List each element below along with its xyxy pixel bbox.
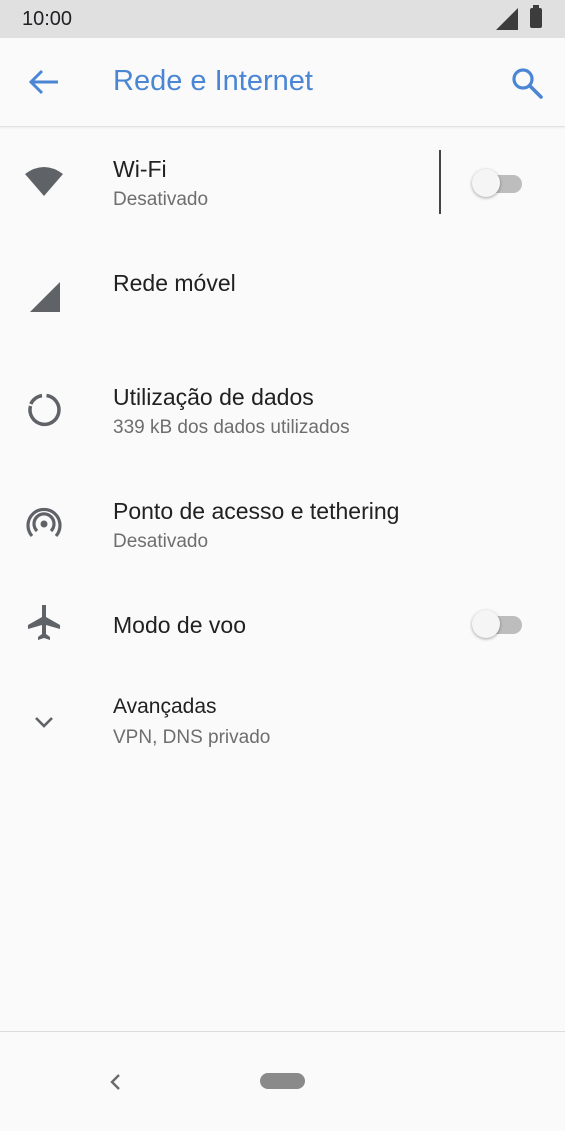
- item-title: Ponto de acesso e tethering: [113, 498, 400, 524]
- list-item-data-usage[interactable]: Utilização de dados 339 kB dos dados uti…: [0, 364, 565, 454]
- mobile-signal-icon: [30, 282, 60, 312]
- nav-back-icon[interactable]: [104, 1070, 128, 1094]
- navigation-bar: [0, 1031, 565, 1131]
- item-title: Modo de voo: [113, 612, 246, 638]
- item-title: Utilização de dados: [113, 384, 314, 410]
- back-arrow-icon[interactable]: [26, 66, 62, 98]
- airplane-icon: [28, 605, 60, 640]
- item-title: Wi-Fi: [113, 156, 167, 182]
- status-bar: 10:00: [0, 0, 565, 38]
- list-item-advanced[interactable]: Avançadas VPN, DNS privado: [0, 680, 565, 764]
- divider: [439, 150, 441, 214]
- wifi-toggle[interactable]: [472, 167, 524, 197]
- item-title: Rede móvel: [113, 270, 236, 296]
- page-title: Rede e Internet: [113, 65, 313, 97]
- toggle-thumb: [472, 610, 500, 638]
- toggle-thumb: [472, 169, 500, 197]
- wifi-icon: [25, 167, 63, 196]
- search-icon[interactable]: [510, 66, 544, 100]
- cell-signal-icon: [496, 8, 518, 30]
- hotspot-icon: [26, 507, 62, 538]
- app-bar: Rede e Internet: [0, 38, 565, 127]
- status-time: 10:00: [22, 8, 73, 30]
- airplane-mode-toggle[interactable]: [472, 608, 524, 638]
- item-subtitle: VPN, DNS privado: [113, 727, 271, 748]
- chevron-down-icon: [35, 717, 53, 728]
- item-subtitle: 339 kB dos dados utilizados: [113, 417, 350, 438]
- item-title: Avançadas: [113, 695, 217, 718]
- battery-icon: [530, 5, 542, 28]
- item-subtitle: Desativado: [113, 189, 209, 210]
- list-item-hotspot[interactable]: Ponto de acesso e tethering Desativado: [0, 478, 565, 568]
- item-subtitle: Desativado: [113, 531, 209, 552]
- home-pill-button[interactable]: [260, 1073, 305, 1089]
- data-usage-icon: [28, 393, 61, 427]
- list-item-mobile-network[interactable]: Rede móvel: [0, 250, 565, 340]
